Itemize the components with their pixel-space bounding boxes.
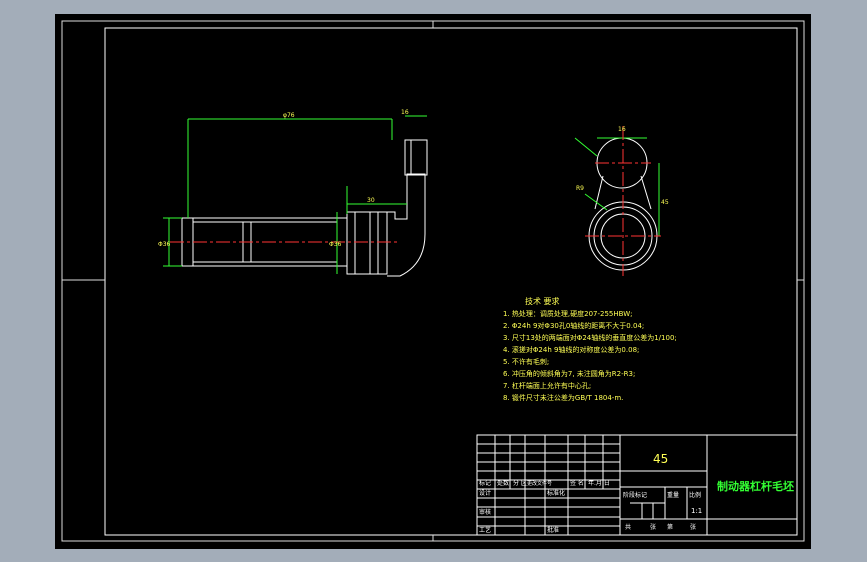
dim-left-dia: Φ36 bbox=[158, 241, 171, 248]
sheet-label: 张 bbox=[650, 523, 656, 531]
drawing-sheet: φ76 16 30 Φ36 Φ36 16 R9 45 技术 要求 1. 热处理：… bbox=[55, 14, 811, 549]
front-view bbox=[163, 115, 428, 277]
row-standard: 标准化 bbox=[547, 489, 565, 497]
tech-req-line: 3. 尺寸13处的两端面对Φ24轴线的垂直度公差为1/100; bbox=[503, 333, 677, 342]
tech-req-line: 8. 锻件尺寸未注公差为GB/T 1804-m. bbox=[503, 393, 623, 402]
tech-requirements: 技术 要求 1. 热处理：调质处理,硬度207-255HBW; 2. Φ24h … bbox=[503, 296, 677, 402]
stage-label: 比例 bbox=[689, 491, 701, 499]
dim-side-right: 45 bbox=[661, 199, 669, 206]
header-label: 处数 bbox=[497, 479, 509, 487]
header-label: 年.月.日 bbox=[588, 479, 610, 487]
stage-label: 阶段标记 bbox=[623, 491, 647, 499]
header-label: 签 名 bbox=[570, 479, 584, 487]
dim-side-left: R9 bbox=[576, 185, 584, 192]
row-process: 工艺 bbox=[479, 526, 491, 534]
tech-req-line: 1. 热处理：调质处理,硬度207-255HBW; bbox=[503, 309, 632, 318]
sheet-label: 张 bbox=[690, 523, 696, 531]
stage-label: 重量 bbox=[667, 491, 679, 499]
drawing-canvas: φ76 16 30 Φ36 Φ36 16 R9 45 技术 要求 1. 热处理：… bbox=[61, 20, 805, 542]
tech-req-line: 2. Φ24h 9对Φ30孔0轴线的距离不大于0.04; bbox=[503, 321, 644, 330]
header-label: 分 区 bbox=[513, 479, 527, 487]
scale-value: 1:1 bbox=[691, 507, 702, 515]
inner-frame bbox=[104, 27, 798, 536]
outer-frame bbox=[61, 20, 805, 542]
zone-ticks bbox=[62, 21, 804, 541]
tech-req-line: 5. 不许有毛刺; bbox=[503, 357, 549, 366]
material-label: 45 bbox=[653, 452, 668, 466]
sheet-label: 第 bbox=[667, 523, 673, 531]
header-label: 更改文件号 bbox=[527, 480, 552, 487]
dim-mid-length: 30 bbox=[367, 197, 375, 204]
side-view bbox=[574, 126, 661, 276]
header-label: 标记 bbox=[479, 479, 491, 487]
row-check: 审核 bbox=[479, 508, 491, 516]
tech-req-line: 7. 杠杆端面上允许有中心孔; bbox=[503, 381, 591, 390]
part-name: 制动器杠杆毛坯 bbox=[717, 479, 794, 493]
row-approve: 批准 bbox=[547, 526, 559, 534]
dim-right-dia: Φ36 bbox=[329, 241, 342, 248]
sheet-label: 共 bbox=[625, 523, 631, 531]
dim-side-top: 16 bbox=[618, 126, 626, 133]
tech-req-title: 技术 要求 bbox=[525, 296, 560, 306]
tech-req-line: 6. 冲压角的倾斜角为7, 未注圆角为R2-R3; bbox=[503, 369, 635, 378]
dim-top-length: φ76 bbox=[283, 112, 295, 119]
row-design: 设计 bbox=[479, 489, 491, 497]
dim-top-small: 16 bbox=[401, 109, 409, 116]
tech-req-line: 4. 滚搓对Φ24h 9轴线的对称度公差为0.08; bbox=[503, 345, 639, 354]
